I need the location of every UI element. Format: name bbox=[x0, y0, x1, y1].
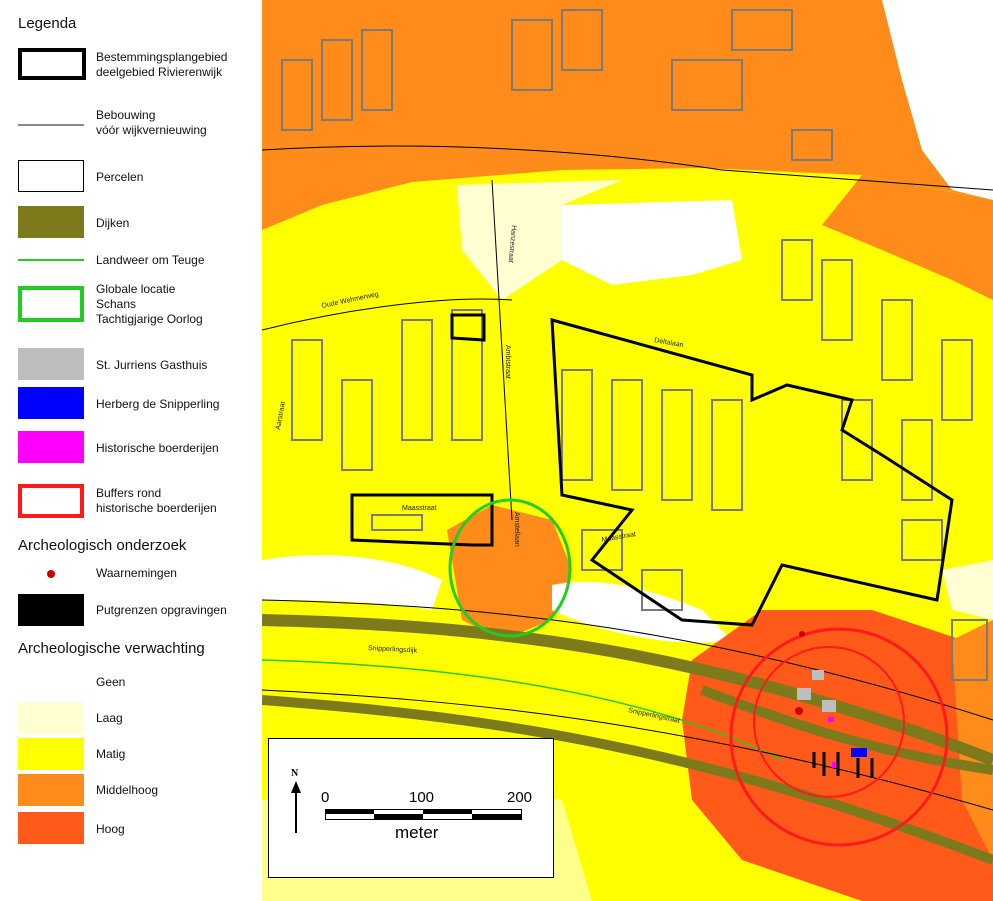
street-label: Ambtstraat bbox=[504, 345, 511, 379]
plangebied-swatch bbox=[18, 48, 86, 80]
boerderijen-swatch bbox=[18, 431, 84, 463]
herberg-marker bbox=[851, 748, 867, 757]
legend-label: Herberg de Snipperling bbox=[96, 397, 220, 411]
waarneming-dot bbox=[795, 707, 803, 715]
legend-label: Middelhoog bbox=[96, 783, 159, 797]
scale-bar bbox=[325, 809, 522, 820]
scale-tick-100: 100 bbox=[409, 789, 435, 806]
laag-swatch bbox=[18, 702, 84, 734]
north-label: N bbox=[291, 768, 299, 779]
scale-bar-box: N 0 100 200 meter bbox=[268, 738, 554, 878]
legend-label: Laag bbox=[96, 711, 123, 725]
legend-label: Waarnemingen bbox=[96, 566, 177, 580]
bebouwing-swatch bbox=[18, 124, 84, 126]
schans-swatch bbox=[18, 286, 84, 322]
map-legend: Legenda Bestemmingsplangebied deelgebied… bbox=[0, 0, 262, 901]
legend-label: Historische boerderijen bbox=[96, 441, 219, 455]
scale-tick-200: 200 bbox=[507, 789, 533, 806]
north-arrow-icon bbox=[291, 781, 301, 833]
geen-swatch bbox=[18, 666, 84, 698]
legend-label: Buffers rond historische boerderijen bbox=[96, 486, 217, 515]
legend-label: Dijken bbox=[96, 216, 130, 230]
scale-tick-0: 0 bbox=[321, 789, 330, 806]
legend-section-onderzoek: Archeologisch onderzoek bbox=[18, 537, 187, 554]
gasthuis-marker bbox=[822, 700, 836, 712]
legend-label: Percelen bbox=[96, 170, 144, 184]
matig-swatch bbox=[18, 738, 84, 770]
gasthuis-marker bbox=[797, 688, 811, 700]
legend-label: Globale locatie Schans Tachtigjarige Oor… bbox=[96, 282, 203, 326]
legend-title: Legenda bbox=[18, 15, 77, 32]
legend-label: Landweer om Teuge bbox=[96, 253, 205, 267]
boerderij-marker bbox=[828, 717, 834, 722]
legend-section-verwachting: Archeologische verwachting bbox=[18, 640, 205, 657]
legend-label: Bestemmingsplangebied deelgebied Riviere… bbox=[96, 50, 228, 79]
waarnemingen-dot bbox=[47, 570, 55, 578]
scale-unit: meter bbox=[395, 823, 439, 842]
gasthuis-marker bbox=[812, 670, 824, 680]
hoog-swatch bbox=[18, 812, 84, 844]
buffers-swatch bbox=[18, 484, 84, 518]
dijken-swatch bbox=[18, 206, 84, 238]
legend-label: Bebouwing vóór wijkvernieuwing bbox=[96, 108, 207, 137]
herberg-swatch bbox=[18, 387, 84, 419]
legend-label: Hoog bbox=[96, 822, 125, 836]
percelen-swatch bbox=[18, 160, 84, 192]
legend-label: Geen bbox=[96, 675, 126, 689]
waarneming-dot bbox=[799, 631, 805, 637]
street-label: Maasstraat bbox=[402, 505, 437, 512]
gasthuis-swatch bbox=[18, 348, 84, 380]
legend-label: Matig bbox=[96, 747, 126, 761]
legend-label: St. Jurriens Gasthuis bbox=[96, 358, 208, 372]
street-label: Amstellaan bbox=[513, 512, 520, 547]
putgrenzen-swatch bbox=[18, 594, 84, 626]
middelhoog-swatch bbox=[18, 774, 84, 806]
legend-label: Putgrenzen opgravingen bbox=[96, 603, 227, 617]
landweer-swatch bbox=[18, 259, 84, 261]
